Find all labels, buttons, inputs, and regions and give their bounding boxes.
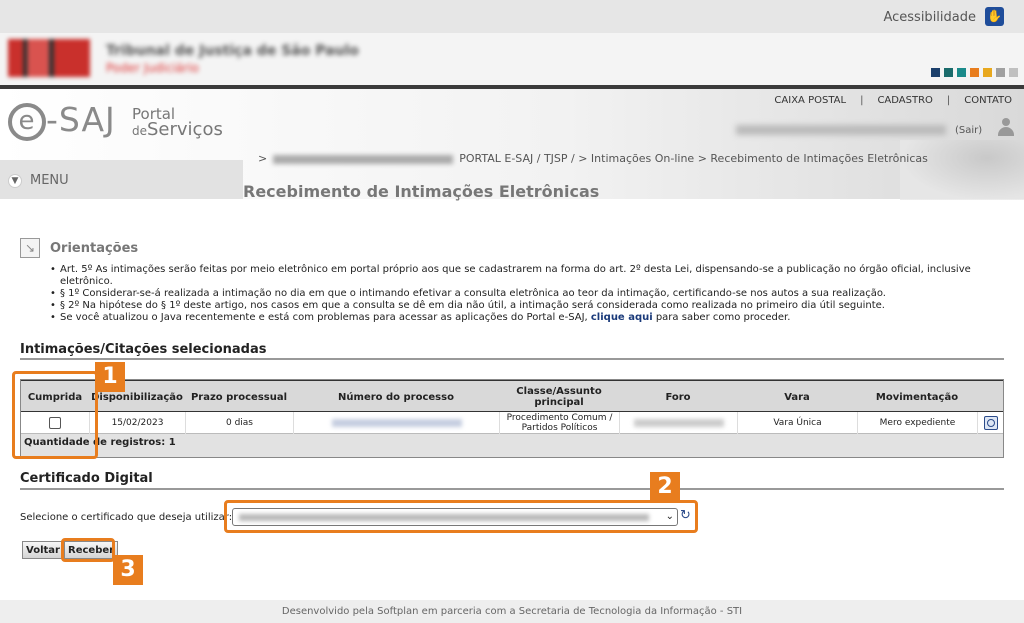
cell-disponibilizacao: 15/02/2023 bbox=[89, 412, 185, 434]
gavel-image bbox=[900, 140, 1024, 200]
intimacoes-divider bbox=[20, 358, 1004, 360]
breadcrumb-lead: > bbox=[258, 152, 268, 165]
java-help-link[interactable]: clique aqui bbox=[591, 312, 653, 323]
page-title: Recebimento de Intimações Eletrônicas bbox=[243, 182, 600, 201]
col-movimentacao: Movimentação bbox=[875, 391, 959, 403]
magnifier-icon[interactable] bbox=[983, 416, 998, 430]
step-badge-2: 2 bbox=[650, 472, 680, 502]
esaj-logo[interactable]: e -SAJ bbox=[8, 100, 116, 141]
highlight-cumprida bbox=[12, 371, 98, 459]
foro-redacted bbox=[633, 419, 724, 427]
nav-separator: | bbox=[946, 95, 951, 106]
intimacoes-table: Cumprida Disponibilização Prazo processu… bbox=[20, 379, 1004, 458]
orientacao-item: § 1º Considerar-se-á realizada a intimaç… bbox=[48, 288, 988, 300]
theme-swatches bbox=[931, 68, 1018, 77]
theme-swatch[interactable] bbox=[1009, 68, 1018, 77]
esaj-logo-saj: -SAJ bbox=[46, 100, 116, 139]
java-text-post: para saber como proceder. bbox=[652, 312, 791, 323]
court-subtitle: Poder Judiciário bbox=[106, 61, 199, 75]
cell-classe: Procedimento Comum / Partidos Políticos bbox=[499, 412, 619, 434]
intimacoes-title: Intimações/Citações selecionadas bbox=[20, 342, 267, 357]
col-prazo: Prazo processual bbox=[190, 391, 288, 403]
breadcrumb-trail[interactable]: PORTAL E-SAJ / TJSP / > Intimações On-li… bbox=[459, 152, 928, 165]
table-header: Cumprida Disponibilização Prazo processu… bbox=[21, 380, 1003, 412]
orientacao-item: § 2º Na hipótese do § 1º deste artigo, n… bbox=[48, 300, 988, 312]
numero-redacted bbox=[331, 419, 462, 427]
voltar-button[interactable]: Voltar bbox=[22, 541, 64, 559]
theme-swatch[interactable] bbox=[970, 68, 979, 77]
court-logo bbox=[8, 39, 90, 77]
orientacao-item: Art. 5º As intimações serão feitas por m… bbox=[48, 264, 988, 288]
breadcrumb: > PORTAL E-SAJ / TJSP / > Intimações On-l… bbox=[258, 152, 928, 165]
cadastro-link[interactable]: CADASTRO bbox=[877, 95, 932, 106]
collapse-arrow-icon[interactable]: ↘ bbox=[20, 238, 40, 258]
certificado-label: Selecione o certificado que deseja utili… bbox=[20, 512, 233, 523]
java-text-pre: Se você atualizou o Java recentemente e … bbox=[60, 312, 591, 323]
cell-view bbox=[977, 412, 1003, 434]
theme-swatch[interactable] bbox=[983, 68, 992, 77]
col-vara: Vara bbox=[784, 391, 810, 403]
orientacoes-list: Art. 5º As intimações serão feitas por m… bbox=[48, 264, 988, 324]
step-badge-3: 3 bbox=[113, 555, 143, 585]
certificado-divider bbox=[20, 488, 1004, 490]
cell-numero[interactable] bbox=[293, 412, 499, 434]
menu-toggle[interactable]: ▼ MENU bbox=[8, 173, 69, 188]
contato-link[interactable]: CONTATO bbox=[964, 95, 1012, 106]
theme-swatch[interactable] bbox=[957, 68, 966, 77]
cell-movimentacao: Mero expediente bbox=[857, 412, 977, 434]
theme-swatch[interactable] bbox=[944, 68, 953, 77]
certificado-title: Certificado Digital bbox=[20, 471, 153, 486]
user-icon bbox=[998, 118, 1014, 136]
cell-prazo: 0 dias bbox=[185, 412, 293, 434]
highlight-certificado bbox=[224, 500, 698, 533]
col-numero: Número do processo bbox=[338, 391, 454, 403]
cell-foro bbox=[619, 412, 737, 434]
orientacao-item-java: Se você atualizou o Java recentemente e … bbox=[48, 312, 988, 324]
court-name: Tribunal de Justiça de São Paulo bbox=[106, 43, 359, 59]
col-foro: Foro bbox=[665, 391, 691, 403]
nav-separator: | bbox=[860, 95, 864, 106]
table-row: 15/02/2023 0 dias Procedimento Comum / P… bbox=[21, 412, 1003, 434]
col-classe: Classe/Assunto principal bbox=[516, 386, 602, 408]
menu-label: MENU bbox=[30, 173, 69, 188]
breadcrumb-redacted bbox=[273, 154, 454, 164]
chevron-down-icon: ▼ bbox=[8, 173, 22, 188]
accessibility-link[interactable]: Acessibilidade bbox=[883, 10, 976, 25]
theme-swatch[interactable] bbox=[931, 68, 940, 77]
user-name-redacted bbox=[736, 125, 946, 135]
esaj-logo-e: e bbox=[8, 102, 46, 141]
court-header: Tribunal de Justiça de São Paulo Poder J… bbox=[0, 33, 1024, 85]
cell-vara: Vara Única bbox=[737, 412, 857, 434]
step-badge-1: 1 bbox=[95, 362, 125, 392]
logout-link[interactable]: (Sair) bbox=[955, 125, 982, 136]
caixa-postal-link[interactable]: CAIXA POSTAL bbox=[774, 95, 846, 106]
top-navigation: CAIXA POSTAL | CADASTRO | CONTATO bbox=[774, 95, 1012, 106]
orientacoes-title: Orientações bbox=[50, 241, 139, 256]
highlight-receber bbox=[61, 538, 115, 562]
servicos-word: Serviços bbox=[147, 119, 223, 140]
theme-swatch[interactable] bbox=[996, 68, 1005, 77]
accessibility-hand-icon[interactable]: ✋ bbox=[985, 7, 1004, 26]
servicos-de: de bbox=[132, 124, 147, 138]
accessibility-bar: Acessibilidade ✋ bbox=[0, 0, 1024, 33]
footer: Desenvolvido pela Softplan em parceria c… bbox=[0, 600, 1024, 623]
servicos-label: deServiços bbox=[132, 119, 223, 140]
